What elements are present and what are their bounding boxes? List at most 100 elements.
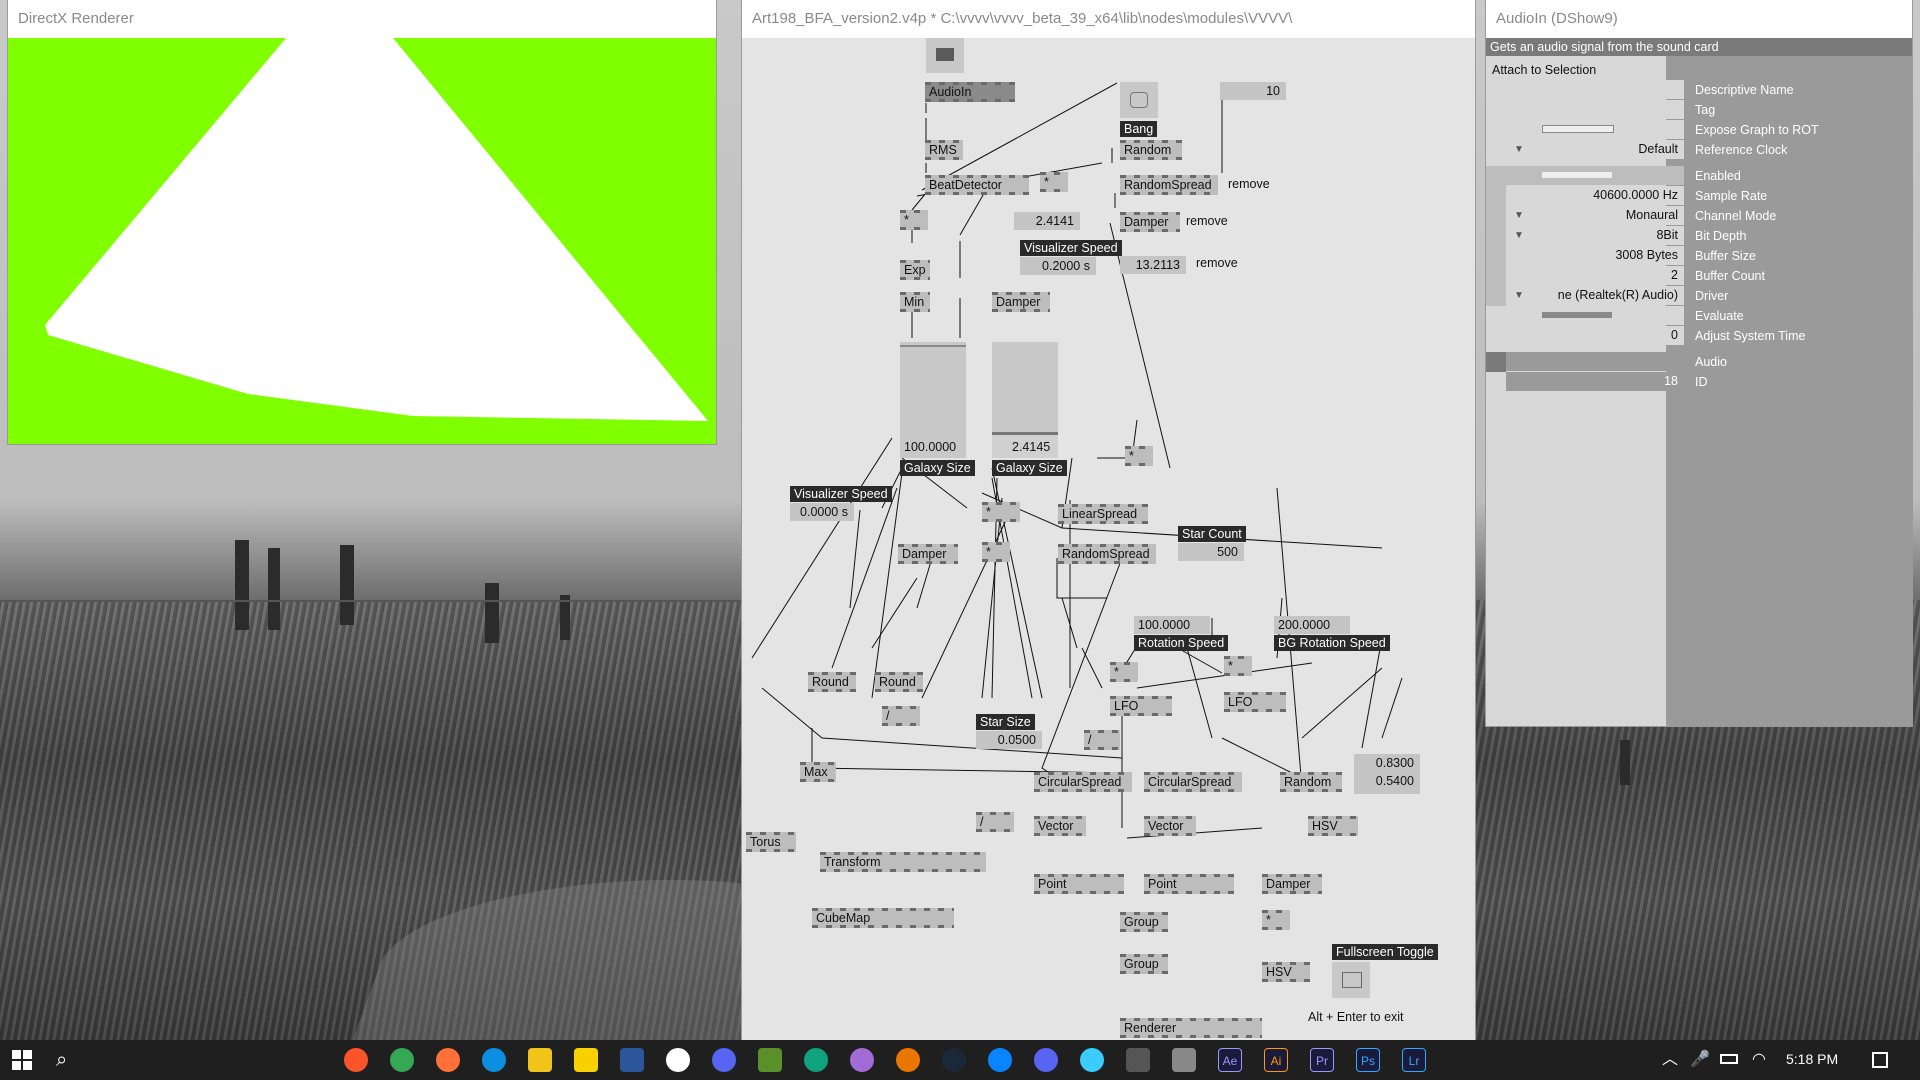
value-rotation-speed[interactable]: 100.0000 (1134, 616, 1210, 634)
search-icon[interactable]: ⌕ (56, 1046, 67, 1074)
node-damper-mid[interactable]: Damper (992, 292, 1050, 312)
node-point-2[interactable]: Point (1144, 874, 1234, 894)
edge-icon[interactable] (482, 1048, 506, 1072)
node-renderer[interactable]: Renderer (1120, 1018, 1262, 1038)
node-mult-mid2[interactable]: * (982, 542, 1010, 562)
chevron-up-icon[interactable]: ︿ (1662, 1046, 1678, 1074)
blender-icon[interactable] (896, 1048, 920, 1072)
node-group-1[interactable]: Group (1120, 912, 1168, 932)
node-exp[interactable]: Exp (900, 260, 930, 280)
app2-icon[interactable] (988, 1048, 1012, 1072)
node-lfo-2[interactable]: LFO (1224, 692, 1286, 712)
node-group-2[interactable]: Group (1120, 954, 1168, 974)
node-circularspread-2[interactable]: CircularSpread (1144, 772, 1242, 792)
node-mult-bgrot[interactable]: * (1224, 656, 1252, 676)
lightroom-icon[interactable]: Lr (1402, 1048, 1426, 1072)
value-13-2113[interactable]: 13.2113 (1120, 256, 1186, 274)
fullscreen-toggle-button[interactable] (1332, 962, 1370, 998)
node-randomspread-mid[interactable]: RandomSpread (1058, 544, 1156, 564)
chatgpt-icon[interactable] (804, 1048, 828, 1072)
value-bg-rotation-speed[interactable]: 200.0000 (1274, 616, 1350, 634)
node-round-1[interactable]: Round (808, 672, 856, 692)
app-icon[interactable] (850, 1048, 874, 1072)
explorer-icon[interactable] (528, 1048, 552, 1072)
inspector-row-buffer-size[interactable]: 3008 Bytes Buffer Size (1486, 246, 1912, 266)
value-ten[interactable]: 10 (1220, 82, 1286, 100)
node-cubemap[interactable]: CubeMap (812, 908, 954, 928)
inspector-row-channel-mode[interactable]: Monaural ▼ Channel Mode (1486, 206, 1912, 226)
node-audioin[interactable]: AudioIn (925, 82, 1015, 102)
photoshop-icon[interactable]: Ps (1356, 1048, 1380, 1072)
krita-icon[interactable] (1080, 1048, 1104, 1072)
sticky-notes-icon[interactable] (574, 1048, 598, 1072)
battery-icon[interactable] (1720, 1054, 1738, 1064)
inspector-row-sample-rate[interactable]: 40600.0000 Hz Sample Rate (1486, 186, 1912, 206)
brave-icon[interactable] (344, 1048, 368, 1072)
inspector-row-adjust-system-time[interactable]: 0 Adjust System Time (1486, 326, 1912, 346)
slider-galaxy-size-1[interactable]: 100.0000 (900, 342, 966, 458)
node-random-right[interactable]: Random (1280, 772, 1342, 792)
node-mult-left[interactable]: * (900, 210, 928, 230)
inspector-row-tag[interactable]: Tag (1486, 100, 1912, 120)
obs-icon[interactable] (1126, 1048, 1150, 1072)
inspector-row-buffer-count[interactable]: 2 Buffer Count (1486, 266, 1912, 286)
node-mult[interactable]: * (1040, 172, 1068, 192)
value-visualizer-speed-left[interactable]: 0.0000 s (790, 503, 854, 521)
premiere-icon[interactable]: Pr (1310, 1048, 1334, 1072)
value-star-count[interactable]: 500 (1178, 543, 1244, 561)
node-beatdetector[interactable]: BeatDetector (925, 175, 1029, 195)
firefox-icon[interactable] (436, 1048, 460, 1072)
word-icon[interactable] (620, 1048, 644, 1072)
node-vector-1[interactable]: Vector (1034, 816, 1086, 836)
node-mult-rot[interactable]: * (1110, 662, 1138, 682)
value-color-pair[interactable]: 0.8300 0.5400 (1354, 754, 1420, 794)
node-point-1[interactable]: Point (1034, 874, 1124, 894)
renderer-window[interactable]: DirectX Renderer (8, 0, 716, 444)
unity-icon[interactable] (666, 1048, 690, 1072)
node-vector-2[interactable]: Vector (1144, 816, 1196, 836)
notifications-icon[interactable] (1872, 1052, 1888, 1068)
inspector-window[interactable]: AudioIn (DShow9) Gets an audio signal fr… (1486, 0, 1912, 726)
inspector-row-driver[interactable]: ne (Realtek(R) Audio) ▼ Driver (1486, 286, 1912, 306)
node-mult-mid[interactable]: * (982, 502, 1020, 522)
microphone-icon[interactable]: 🎤 (1690, 1046, 1710, 1074)
node-div-mid[interactable]: / (1084, 730, 1120, 750)
chrome-icon[interactable] (390, 1048, 414, 1072)
inspector-row-descriptive-name[interactable]: Descriptive Name (1486, 80, 1912, 100)
inspector-row-enabled[interactable]: Enabled (1486, 166, 1912, 186)
wifi-icon[interactable]: ◠ (1752, 1046, 1766, 1074)
node-randomspread-top[interactable]: RandomSpread (1120, 175, 1218, 195)
slider-galaxy-size-2[interactable]: 2.4145 (992, 342, 1058, 458)
node-circularspread-1[interactable]: CircularSpread (1034, 772, 1132, 792)
node-max[interactable]: Max (800, 762, 836, 782)
value-star-size[interactable]: 0.0500 (976, 731, 1042, 749)
node-damper-left[interactable]: Damper (898, 544, 958, 564)
steam-icon[interactable] (942, 1048, 966, 1072)
toggle-box[interactable] (926, 38, 964, 73)
inspector-row-reference-clock[interactable]: Default ▼ Reference Clock (1486, 140, 1912, 160)
node-div-left[interactable]: / (882, 706, 920, 726)
minecraft-icon[interactable] (758, 1048, 782, 1072)
bang-button[interactable] (1120, 82, 1158, 118)
inspector-row-evaluate[interactable]: Evaluate (1486, 306, 1912, 326)
patch-window[interactable]: Art198_BFA_version2.v4p * C:\vvvv\vvvv_b… (742, 0, 1475, 1040)
node-transform[interactable]: Transform (820, 852, 986, 872)
value-2-4141[interactable]: 2.4141 (1014, 212, 1080, 230)
vvvv-icon[interactable] (1172, 1048, 1196, 1072)
inspector-row-bit-depth[interactable]: 8Bit ▼ Bit Depth (1486, 226, 1912, 246)
node-torus[interactable]: Torus (746, 832, 796, 852)
discord-icon[interactable] (1034, 1048, 1058, 1072)
node-damper-right[interactable]: Damper (1262, 874, 1322, 894)
node-min[interactable]: Min (900, 292, 930, 312)
node-damper-top[interactable]: Damper (1120, 212, 1180, 232)
node-rms[interactable]: RMS (925, 140, 963, 160)
clock-time[interactable]: 5:18 PM (1786, 1051, 1838, 1067)
node-hsv-2[interactable]: HSV (1262, 962, 1310, 982)
game-icon[interactable] (712, 1048, 736, 1072)
node-hsv-1[interactable]: HSV (1308, 816, 1358, 836)
after-effects-icon[interactable]: Ae (1218, 1048, 1242, 1072)
node-round-2[interactable]: Round (875, 672, 923, 692)
illustrator-icon[interactable]: Ai (1264, 1048, 1288, 1072)
node-lfo-1[interactable]: LFO (1110, 696, 1172, 716)
node-linearspread[interactable]: LinearSpread (1058, 504, 1148, 524)
